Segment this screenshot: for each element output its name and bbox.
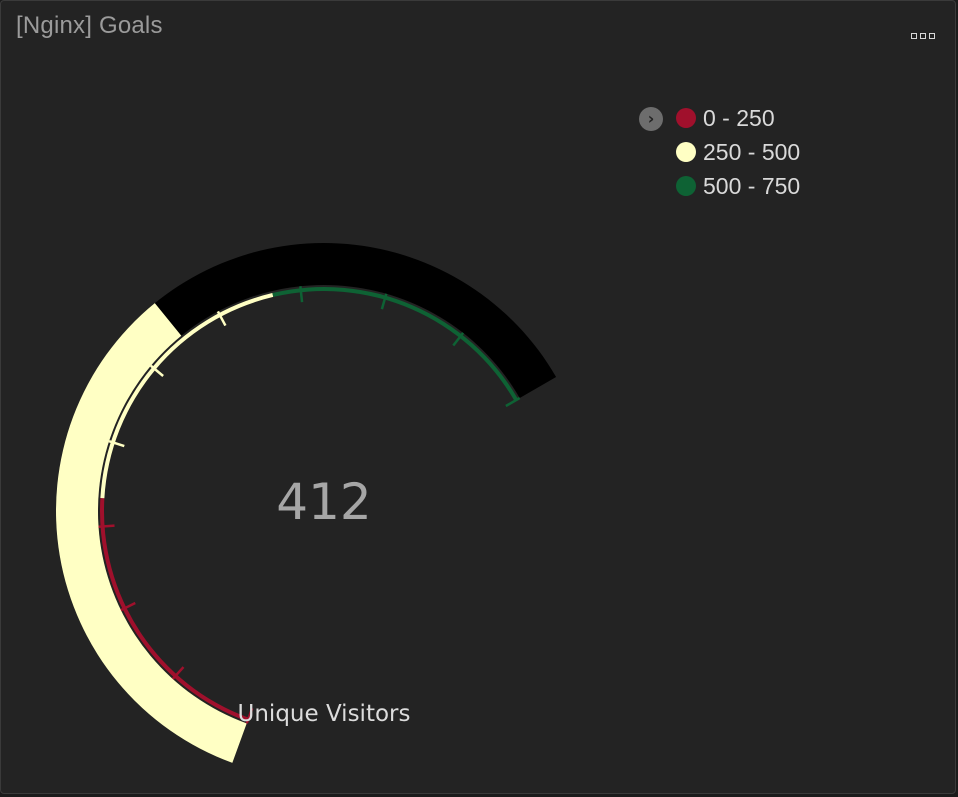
gauge-tick [98,524,115,529]
gauge-label: Unique Visitors [237,701,411,727]
gauge-chart: 412 [55,243,557,763]
visualization-panel: [Nginx] Goals › 0 - 250 250 - 500 500 - … [0,0,956,794]
gauge-tick [505,396,521,408]
gauge-tick [299,286,304,303]
gauge-value: 412 [276,473,371,531]
